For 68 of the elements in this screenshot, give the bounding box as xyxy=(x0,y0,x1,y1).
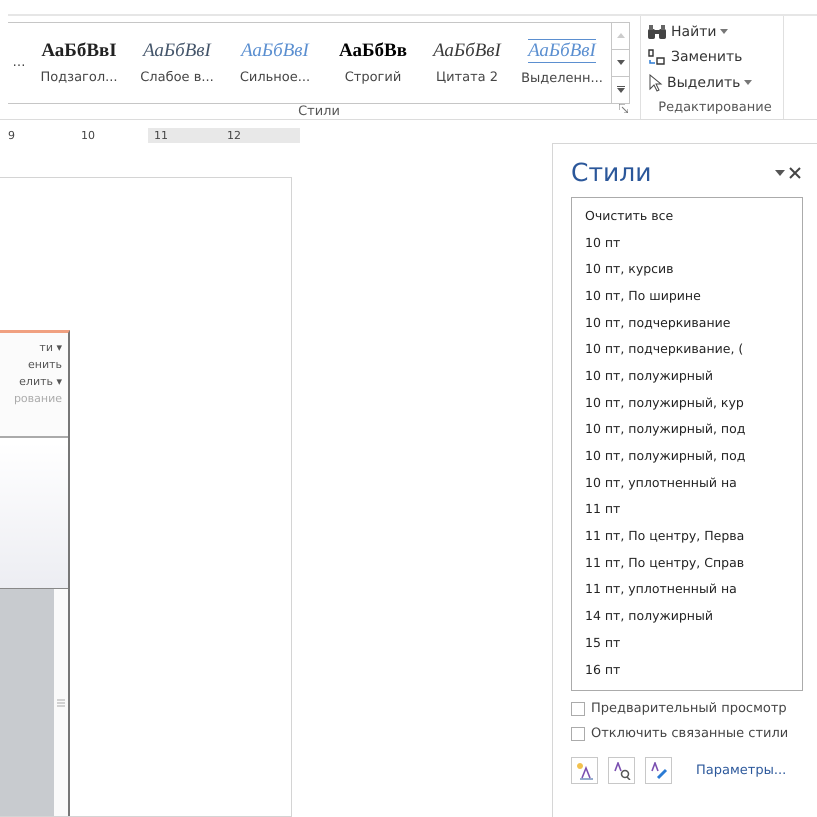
manage-styles-icon xyxy=(650,762,668,780)
replace-icon xyxy=(647,48,667,66)
editing-button[interactable]: Найти xyxy=(647,20,728,44)
style-list-item[interactable]: 11 пт, уплотненный на xyxy=(585,576,802,602)
checkbox-label: Предварительный просмотр xyxy=(591,701,787,716)
scroll-grip-icon xyxy=(57,698,65,706)
caret-icon xyxy=(720,29,728,34)
style-inspector-button[interactable] xyxy=(608,757,635,784)
group-label: Стили xyxy=(298,104,340,119)
group-label: рование xyxy=(12,392,63,405)
style-sample[interactable]: АаБбВвI xyxy=(143,40,211,62)
style-list-item[interactable]: 15 пт xyxy=(585,629,802,656)
options-link[interactable]: Параметры... xyxy=(696,763,786,778)
binoculars-icon xyxy=(647,24,667,40)
style-list-item[interactable]: 10 пт, подчеркивание, ( xyxy=(585,335,802,362)
style-sample[interactable]: АаБбВвI xyxy=(41,40,117,62)
caret-icon xyxy=(744,80,752,86)
ribbon-text: ти ▾ xyxy=(38,341,63,354)
style-sample[interactable]: АаБбВвI xyxy=(433,40,501,62)
expand-icon xyxy=(616,86,624,94)
down-arrow-icon xyxy=(616,60,624,66)
up-arrow-icon xyxy=(616,33,624,38)
style-list-item[interactable]: 10 пт, полужирный, под xyxy=(585,416,802,442)
style-list-item[interactable]: 10 пт, подчеркивание xyxy=(585,308,802,336)
manage-styles-button[interactable] xyxy=(645,757,672,784)
editing-button[interactable]: Заменить xyxy=(647,44,742,70)
ribbon-text: енить xyxy=(27,358,63,371)
style-name[interactable]: Сильное... xyxy=(240,70,310,86)
style-list-item[interactable]: Очистить все xyxy=(585,202,802,229)
group-label: Редактирование xyxy=(658,100,772,115)
style-list-item[interactable]: 10 пт, уплотненный на xyxy=(585,468,802,496)
pane-menu-button[interactable] xyxy=(773,168,787,178)
ruler-number: 9 xyxy=(8,128,16,142)
style-name[interactable]: Выделенн... xyxy=(521,71,603,86)
style-name[interactable]: … xyxy=(12,55,26,70)
ruler-number: 12 xyxy=(227,128,242,142)
style-list-item[interactable]: 11 пт, По центру, Перва xyxy=(585,522,802,549)
cursor-icon xyxy=(647,74,663,92)
style-list-item[interactable]: 10 пт, курсив xyxy=(585,255,802,282)
style-list-item[interactable]: 11 пт xyxy=(585,496,802,522)
style-sample[interactable]: АаБбВв xyxy=(339,40,407,62)
ruler-number: 10 xyxy=(81,128,96,142)
close-button[interactable] xyxy=(787,164,803,180)
style-list-item[interactable]: 16 пт xyxy=(585,656,802,682)
new-style-icon xyxy=(576,762,594,780)
style-list-item[interactable]: 10 пт, полужирный, кур xyxy=(585,388,802,416)
pane-title: Стили xyxy=(571,158,652,187)
editing-button[interactable]: Выделить xyxy=(647,70,752,96)
style-list-item[interactable]: 14 пт, полужирный xyxy=(585,602,802,629)
style-list-item[interactable]: 10 пт xyxy=(585,228,802,256)
style-name[interactable]: Цитата 2 xyxy=(436,70,498,86)
ruler-number: 11 xyxy=(154,128,169,142)
dialog-launcher-icon[interactable] xyxy=(619,104,628,113)
checkbox-label: Отключить связанные стили xyxy=(591,726,788,741)
style-name[interactable]: Подзагол... xyxy=(40,70,118,86)
new-style-button[interactable] xyxy=(571,757,598,784)
ribbon-text: елить ▾ xyxy=(18,375,63,388)
style-name[interactable]: Строгий xyxy=(344,70,402,86)
caret-icon xyxy=(775,170,785,176)
style-list-item[interactable]: 10 пт, полужирный xyxy=(585,362,802,389)
style-list-item[interactable]: 11 пт, По центру, Справ xyxy=(585,548,802,576)
close-icon xyxy=(789,166,801,178)
style-list-item[interactable]: 10 пт, По ширине xyxy=(585,282,802,309)
checkbox[interactable] xyxy=(571,702,585,716)
style-name[interactable]: Слабое в... xyxy=(140,70,214,86)
inspect-style-icon xyxy=(612,762,630,780)
style-list-item[interactable]: 10 пт, полужирный, под xyxy=(585,442,802,469)
checkbox[interactable] xyxy=(571,726,585,740)
